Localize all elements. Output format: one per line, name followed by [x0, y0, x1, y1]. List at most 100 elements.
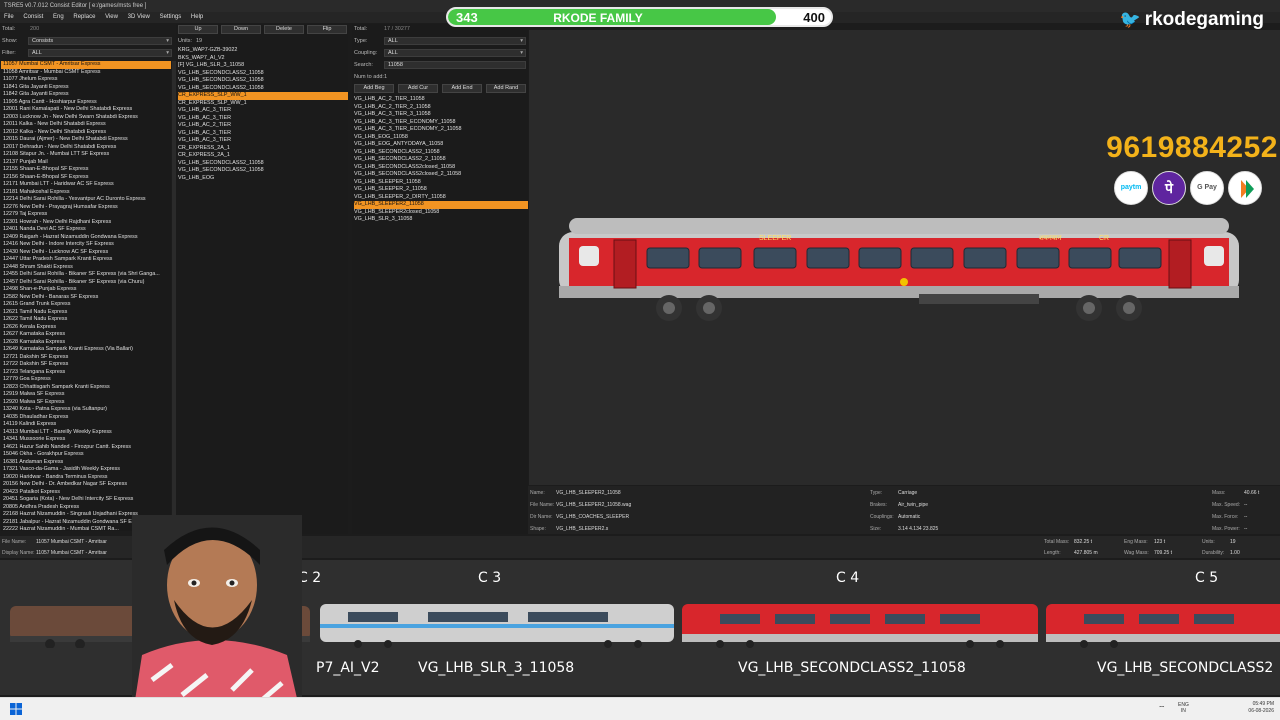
add-end-button[interactable]: Add End — [442, 84, 482, 93]
add-beg-button[interactable]: Add Beg — [354, 84, 394, 93]
consist-list-item[interactable]: 20156 New Delhi - Dr. Ambedkar Nagar SF … — [1, 481, 171, 489]
consist-list-item[interactable]: 11842 Gita Jayanti Express — [1, 91, 171, 99]
delete-button[interactable]: Delete — [264, 25, 304, 34]
library-list-item[interactable]: VG_LHB_AC_2_TIER_2_11058 — [354, 104, 528, 112]
unit-list-item[interactable]: CR_EXPRESS_2A_1 — [178, 152, 348, 160]
unit-list-item[interactable]: CR_EXPRESS_2A_1 — [178, 145, 348, 153]
consist-list-item[interactable]: 12823 Chhattisgarh Sampark Kranti Expres… — [1, 384, 171, 392]
unit-list-item[interactable]: VG_LHB_SECONDCLASS2_11058 — [178, 77, 348, 85]
consist-list-item[interactable]: 12001 Rani Kamalapati - New Delhi Shatab… — [1, 106, 171, 114]
consist-list-item[interactable]: 12582 New Delhi - Banaras SF Express — [1, 294, 171, 302]
consist-list-item[interactable]: 12171 Mumbai LTT - Haridwar AC SF Expres… — [1, 181, 171, 189]
consist-list-item[interactable]: 17321 Vasco-da-Gama - Jasidih Weekly Exp… — [1, 466, 171, 474]
file-name-input[interactable]: 11057 Mumbai CSMT - Amritsar — [36, 539, 107, 545]
library-list-item[interactable]: VG_LHB_SLEEPER_2_11058 — [354, 186, 528, 194]
library-list-item[interactable]: VG_LHB_SECONDCLASS2_11058 — [354, 149, 528, 157]
consist-list-item[interactable]: 12628 Karnataka Express — [1, 339, 171, 347]
menu-help[interactable]: Help — [187, 12, 207, 23]
library-list-item[interactable]: VG_LHB_AC_2_TIER_11058 — [354, 96, 528, 104]
library-list-item[interactable]: VG_LHB_AC_3_TIER_ECONOMY_2_11058 — [354, 126, 528, 134]
num-to-add-input[interactable]: 1 — [384, 74, 387, 80]
units-list[interactable]: KRG_WAP7-GZB-39022 BKS_WAP7_AI_V2 [F] VG_L… — [178, 47, 348, 182]
library-list-item[interactable]: VG_LHB_SECONDCLASS2closed_11058 — [354, 164, 528, 172]
consist-list-item[interactable]: 12430 New Delhi - Lucknow AC SF Express — [1, 249, 171, 257]
consist-list-item[interactable]: 19020 Haridwar - Bandra Terminus Express — [1, 474, 171, 482]
consist-list-item[interactable]: 12649 Karnataka Sampark Kranti Express (… — [1, 346, 171, 354]
consist-list-item[interactable]: 12448 Shram Shakti Express — [1, 264, 171, 272]
add-rand-button[interactable]: Add Rand — [486, 84, 526, 93]
consist-list-item[interactable]: 11841 Gita Jayanti Express — [1, 84, 171, 92]
durability-value[interactable]: 1.00 — [1230, 550, 1240, 556]
consist-list-item[interactable]: 12401 Nanda Devi AC SF Express — [1, 226, 171, 234]
library-list-item[interactable]: VG_LHB_SLR_3_11058 — [354, 216, 528, 224]
consist-list-item[interactable]: 14621 Hazur Sahib Nanded - Firozpur Cant… — [1, 444, 171, 452]
consist-list-item[interactable]: 12498 Shan-e-Punjab Express — [1, 286, 171, 294]
consist-list-item[interactable]: 12012 Kalka - New Delhi Shatabdi Express — [1, 129, 171, 137]
consist-list-item[interactable]: 12155 Shaan-E-Bhopal SF Express — [1, 166, 171, 174]
consist-list-item[interactable]: 12181 Mahakoshal Express — [1, 189, 171, 197]
library-list-item[interactable]: VG_LHB_AC_3_TIER_3_11058 — [354, 111, 528, 119]
down-button[interactable]: Down — [221, 25, 261, 34]
type-dropdown[interactable]: ALL ▾ — [384, 37, 526, 45]
consist-list-item[interactable]: 12279 Taj Express — [1, 211, 171, 219]
consist-list-item[interactable]: 12626 Kerala Express — [1, 324, 171, 332]
library-list-item[interactable]: VG_LHB_SLEEPER2_11058 — [354, 201, 528, 209]
3d-preview[interactable]: SLEEPER शयनयान CR — [529, 30, 1280, 485]
consist-list-item[interactable]: 12409 Raigarh - Hazrat Nizamuddin Gondwa… — [1, 234, 171, 242]
consist-list-item[interactable]: 11057 Mumbai CSMT - Amritsar Express — [1, 61, 171, 69]
library-list-item[interactable]: VG_LHB_SECONDCLASS2closed_2_11058 — [354, 171, 528, 179]
consist-list-item[interactable]: 12721 Dakshin SF Express — [1, 354, 171, 362]
consist-list-item[interactable]: 13240 Kota - Patna Express (via Sultanpu… — [1, 406, 171, 414]
consist-list-item[interactable]: 12108 Sitapur Jn. - Mumbai LTT SF Expres… — [1, 151, 171, 159]
menu-eng[interactable]: Eng — [49, 12, 68, 23]
library-list-item[interactable]: VG_LHB_EOG_11058 — [354, 134, 528, 142]
consist-list-item[interactable]: 14035 Dhauladhar Express — [1, 414, 171, 422]
up-button[interactable]: Up — [178, 25, 218, 34]
consist-list-item[interactable]: 14313 Mumbai LTT - Bareilly Weekly Expre… — [1, 429, 171, 437]
slr-coach-thumb[interactable] — [318, 600, 676, 648]
consist-list-item[interactable]: 12214 Delhi Sarai Rohilla - Yesvantpur A… — [1, 196, 171, 204]
unit-list-item[interactable]: VG_LHB_AC_3_TIER — [178, 115, 348, 123]
secondclass-coach-thumb-2[interactable] — [1044, 600, 1280, 648]
add-cur-button[interactable]: Add Cur — [398, 84, 438, 93]
consist-list-item[interactable]: 12455 Delhi Sarai Rohilla - Bikaner SF E… — [1, 271, 171, 279]
library-list-item[interactable]: VG_LHB_AC_3_TIER_ECONOMY_11058 — [354, 119, 528, 127]
consist-list-item[interactable]: 12447 Uttar Pradesh Sampark Kranti Expre… — [1, 256, 171, 264]
consist-list-item[interactable]: 12920 Malwa SF Express — [1, 399, 171, 407]
library-list-item[interactable]: VG_LHB_SLEEPER2closed_11058 — [354, 209, 528, 217]
consist-list-item[interactable]: 12919 Malwa SF Express — [1, 391, 171, 399]
unit-list-item[interactable]: VG_LHB_AC_3_TIER — [178, 107, 348, 115]
unit-list-item[interactable]: VG_LHB_EOG — [178, 175, 348, 183]
consist-list-item[interactable]: 12627 Karnataka Express — [1, 331, 171, 339]
unit-list-item[interactable]: CR_EXPRESS_SLP_WW_1 — [178, 92, 348, 100]
unit-list-item[interactable]: VG_LHB_AC_3_TIER — [178, 137, 348, 145]
consist-list-item[interactable]: 12622 Tamil Nadu Express — [1, 316, 171, 324]
menu-replace[interactable]: Replace — [69, 12, 99, 23]
consist-list-item[interactable]: 12017 Dehradun - New Delhi Shatabdi Expr… — [1, 144, 171, 152]
consist-list-item[interactable]: 11905 Agra Cantt - Hoshiarpur Express — [1, 99, 171, 107]
consist-list-item[interactable]: 12011 Kalka - New Delhi Shatabdi Express — [1, 121, 171, 129]
unit-list-item[interactable]: CR_EXPRESS_SLP_WW_1 — [178, 100, 348, 108]
consist-list-item[interactable]: 12779 Goa Express — [1, 376, 171, 384]
menu-file[interactable]: File — [0, 12, 18, 23]
consist-list-item[interactable]: 12015 Daurai (Ajmer) - New Delhi Shatabd… — [1, 136, 171, 144]
consist-list-item[interactable]: 11058 Amritsar - Mumbai CSMT Express — [1, 69, 171, 77]
unit-list-item[interactable]: [F] VG_LHB_SLR_3_11058 — [178, 62, 348, 70]
consist-list-item[interactable]: 16381 Andaman Express — [1, 459, 171, 467]
flip-button[interactable]: Flip — [307, 25, 347, 34]
unit-list-item[interactable]: VG_LHB_SECONDCLASS2_11058 — [178, 85, 348, 93]
consist-list-item[interactable]: 12723 Telangana Express — [1, 369, 171, 377]
library-list-item[interactable]: VG_LHB_SLEEPER_2_DIRTY_11058 — [354, 194, 528, 202]
consist-list[interactable]: 11057 Mumbai CSMT - Amritsar Express 1105… — [1, 61, 171, 531]
language-indicator[interactable]: ENG IN — [1178, 702, 1189, 714]
wifi-icon[interactable]: ⌔ — [1158, 704, 1166, 714]
consist-list-item[interactable]: 20423 Patalkot Express — [1, 489, 171, 497]
coupling-dropdown[interactable]: ALL ▾ — [384, 49, 526, 57]
consist-list-item[interactable]: 12301 Howrah - New Delhi Rajdhani Expres… — [1, 219, 171, 227]
secondclass-coach-thumb[interactable] — [680, 600, 1040, 648]
unit-list-item[interactable]: BKS_WAP7_AI_V2 — [178, 55, 348, 63]
unit-list-item[interactable]: KRG_WAP7-GZB-39022 — [178, 47, 348, 55]
unit-list-item[interactable]: VG_LHB_SECONDCLASS2_11058 — [178, 70, 348, 78]
unit-list-item[interactable]: VG_LHB_SECONDCLASS2_11058 — [178, 160, 348, 168]
unit-list-item[interactable]: VG_LHB_AC_2_TIER — [178, 122, 348, 130]
